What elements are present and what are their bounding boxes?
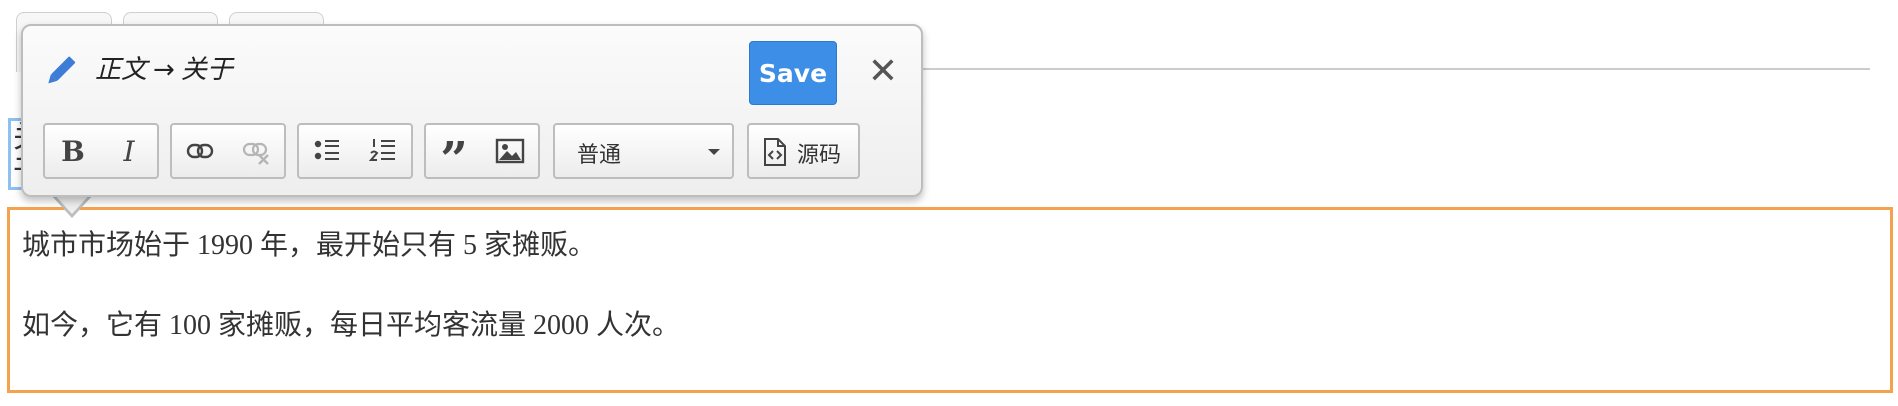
divider: [920, 68, 1870, 70]
bulleted-list-button[interactable]: [299, 125, 355, 177]
pencil-icon: [48, 56, 76, 84]
format-select-value: 普通: [577, 143, 622, 168]
list-group: [297, 123, 413, 179]
unlink-button[interactable]: [228, 125, 284, 177]
source-button-label: 源码: [797, 143, 842, 168]
image-button[interactable]: [482, 125, 538, 177]
save-button[interactable]: Save: [749, 41, 837, 105]
content-paragraph[interactable]: 如今，它有 100 家摊贩，每日平均客流量 2000 人次。: [22, 306, 1878, 346]
page: 关于 城市市场始于 1990 年，最开始只有 5 家摊贩。 如今，它有 100 …: [0, 0, 1898, 406]
image-icon: [495, 138, 525, 164]
blockquote-icon[interactable]: ”: [426, 125, 482, 186]
numbered-list-button[interactable]: [355, 125, 411, 177]
text-style-group: B I: [43, 123, 159, 179]
chevron-down-icon: [708, 149, 720, 155]
unlink-icon: [242, 142, 269, 165]
link-button[interactable]: [172, 125, 228, 177]
breadcrumb-arrow: →: [153, 55, 175, 85]
breadcrumb-current: 关于: [180, 55, 233, 85]
format-select[interactable]: 普通: [553, 123, 734, 179]
source-button[interactable]: 源码: [747, 123, 860, 179]
breadcrumb-parent: 正文: [95, 55, 148, 85]
source-code-icon: [764, 138, 786, 166]
content-paragraph[interactable]: 城市市场始于 1990 年，最开始只有 5 家摊贩。: [22, 226, 1878, 266]
editor-popup: 正文 → 关于 Save ✕ B I ” 普通 源码: [21, 24, 923, 197]
link-icon: [186, 143, 214, 159]
numbered-list-icon: [368, 139, 395, 161]
content-editor[interactable]: 城市市场始于 1990 年，最开始只有 5 家摊贩。 如今，它有 100 家摊贩…: [7, 207, 1893, 393]
breadcrumb: 正文 → 关于: [95, 50, 233, 90]
close-icon[interactable]: ✕: [863, 52, 903, 92]
bold-button[interactable]: B: [45, 125, 101, 177]
bulleted-list-icon: [314, 140, 339, 160]
insert-group: ”: [424, 123, 540, 186]
italic-button[interactable]: I: [101, 125, 157, 177]
link-group: [170, 123, 286, 179]
